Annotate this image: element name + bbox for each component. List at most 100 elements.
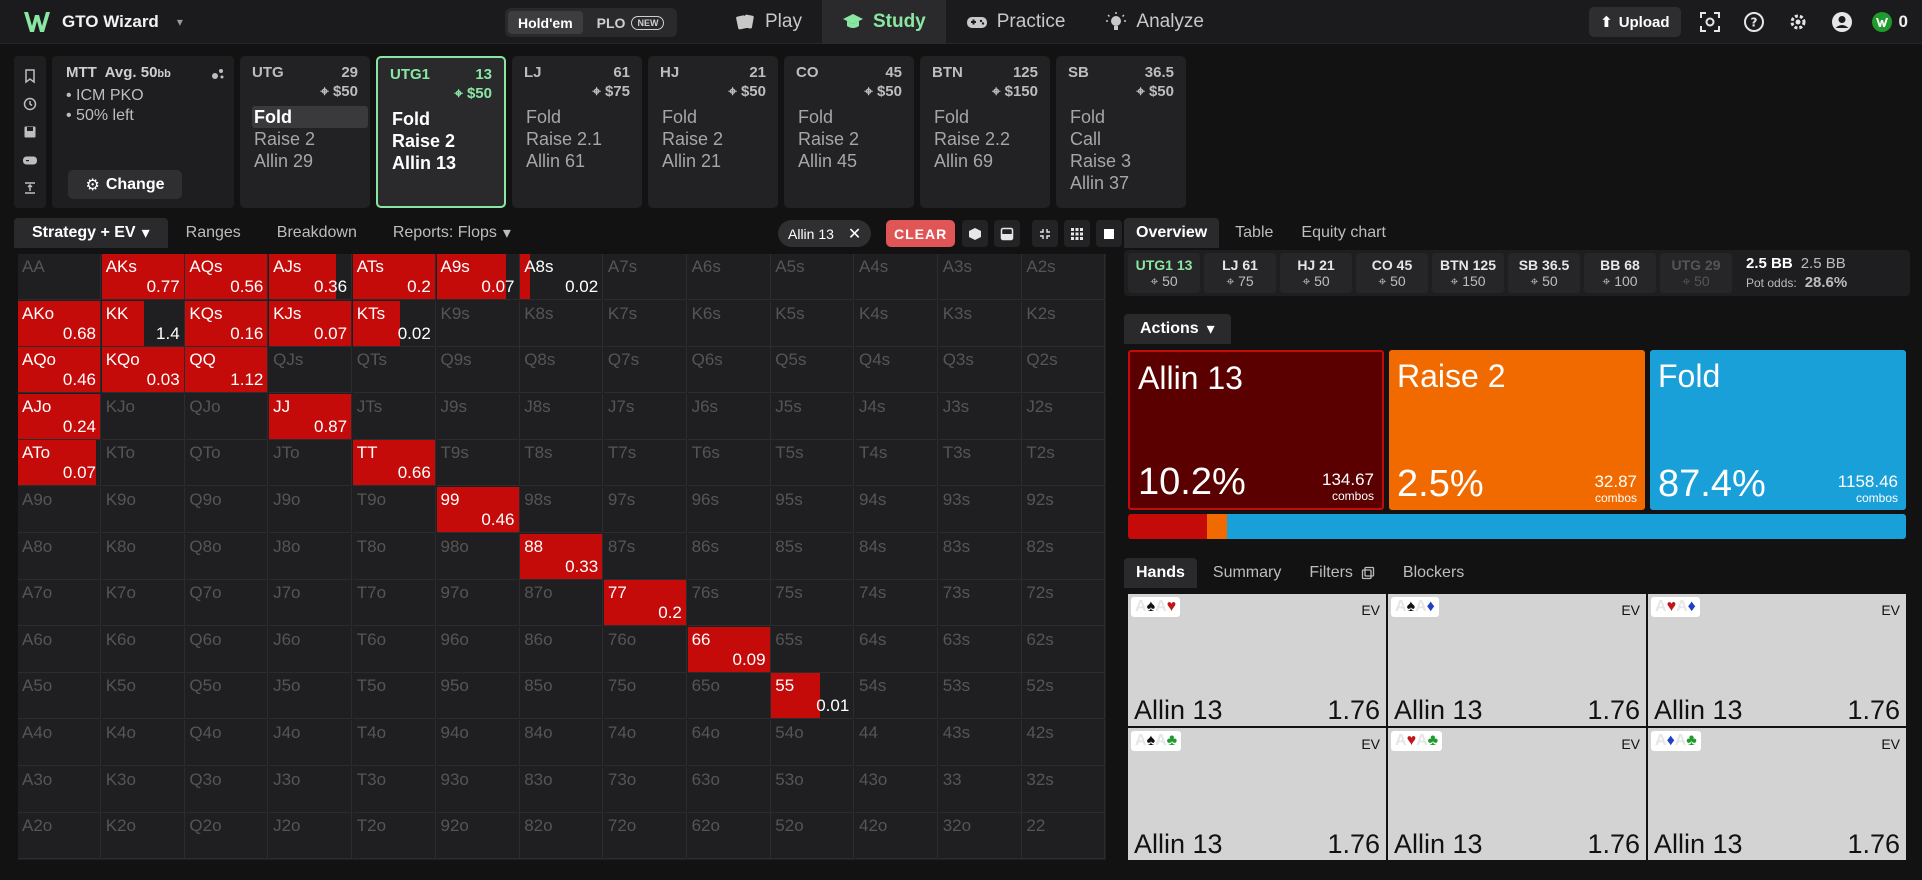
hand-cell[interactable]: A3s [938,254,1022,300]
hand-card[interactable]: A♥A♦ EV Allin 13 1.76 [1648,594,1906,726]
hand-cell[interactable]: 97o [436,580,520,627]
app-logo[interactable]: GTO Wizard ▾ [0,9,210,35]
hand-cell[interactable]: K7s [603,300,687,347]
tab-filters[interactable]: Filters [1297,558,1387,588]
hand-cell[interactable]: T8s [520,440,604,487]
strip-position[interactable]: UTG 29 ⌖ 50 [1660,253,1732,293]
hand-cell[interactable]: J7s [603,393,687,440]
hand-cell[interactable]: K2o [101,813,185,860]
hand-cell[interactable]: JJ 0.87 [269,393,353,440]
position-action[interactable]: Raise 2.2 [932,128,1038,150]
hand-cell[interactable]: KTo [101,440,185,487]
hand-cell[interactable]: K3o [101,766,185,813]
position-action[interactable]: Allin 37 [1068,172,1174,194]
hand-cell[interactable]: 43o [855,766,938,813]
hand-cell[interactable]: A9s 0.07 [436,254,520,300]
hand-cell[interactable]: 66 0.09 [687,626,771,673]
tab-equity-chart[interactable]: Equity chart [1289,218,1397,248]
history-icon[interactable] [22,96,38,112]
hand-cell[interactable]: 74s [855,580,938,627]
hand-cell[interactable]: QJs [269,347,353,394]
hand-cell[interactable]: Q6o [185,626,269,673]
upload-button[interactable]: ⬆ Upload [1589,7,1681,37]
view-circle-button[interactable] [962,220,988,247]
hand-cell[interactable]: J8s [520,393,604,440]
hand-cell[interactable]: 83o [520,766,604,813]
hand-cell[interactable]: K2s [1022,300,1106,347]
hand-cell[interactable]: A7o [18,580,101,627]
position-action[interactable]: Raise 3 [1068,150,1174,172]
position-action[interactable]: Allin 21 [660,150,766,172]
position-action[interactable]: Fold [252,106,368,128]
hand-cell[interactable]: K5o [101,673,185,720]
tab-hands[interactable]: Hands [1124,558,1197,588]
hand-cell[interactable]: K9s [436,300,520,347]
actions-dropdown[interactable]: Actions ▾ [1124,314,1231,344]
hand-cell[interactable]: 93s [938,487,1022,533]
hand-cell[interactable]: Q2o [185,813,269,860]
hand-cell[interactable]: A5s [771,254,855,300]
hand-cell[interactable]: 99 0.46 [436,487,520,533]
hand-cell[interactable]: 72s [1022,580,1106,627]
hand-cell[interactable]: KTs 0.02 [352,300,436,347]
hand-cell[interactable]: 32o [938,813,1022,860]
hand-cell[interactable]: T6s [687,440,771,487]
position-action[interactable]: Raise 2 [252,128,358,150]
hand-cell[interactable]: A3o [18,766,101,813]
hand-cell[interactable]: 97s [603,487,687,533]
position-card-utg[interactable]: UTG 29 ⌖ $50 Fold Raise 2 Allin 29 [240,56,370,208]
position-action[interactable]: Fold [660,106,766,128]
close-icon[interactable]: ✕ [848,224,861,244]
position-card-lj[interactable]: LJ 61 ⌖ $75 Fold Raise 2.1 Allin 61 [512,56,642,208]
position-action[interactable]: Fold [1068,106,1174,128]
hand-cell[interactable]: A8o [18,533,101,580]
account-button[interactable] [1827,7,1857,37]
hand-cell[interactable]: Q2s [1022,347,1106,394]
position-action[interactable]: Fold [390,108,492,130]
hand-cell[interactable]: J2o [269,813,353,860]
position-card-hj[interactable]: HJ 21 ⌖ $50 Fold Raise 2 Allin 21 [648,56,778,208]
hand-cell[interactable]: K5s [771,300,855,347]
action-box[interactable]: Fold 87.4% 1158.46 combos [1650,350,1906,510]
hand-cell[interactable]: 62s [1022,626,1106,673]
position-action[interactable]: Allin 29 [252,150,358,172]
hand-cell[interactable]: J3s [938,393,1022,440]
hand-cell[interactable]: 76s [687,580,771,627]
nav-analyze[interactable]: Analyze [1085,0,1224,44]
hand-cell[interactable]: AJs 0.36 [269,254,353,300]
hand-cell[interactable]: Q4s [855,347,938,394]
position-card-co[interactable]: CO 45 ⌖ $50 Fold Raise 2 Allin 45 [784,56,914,208]
hand-cell[interactable]: J6s [687,393,771,440]
hand-cell[interactable]: 98s [520,487,604,533]
hand-cell[interactable]: K6s [687,300,771,347]
hand-cell[interactable]: J9s [436,393,520,440]
hand-cell[interactable]: K3s [938,300,1022,347]
hand-cell[interactable]: 96o [436,626,520,673]
hand-card[interactable]: A♠A♣ EV Allin 13 1.76 [1128,728,1386,860]
hand-card[interactable]: A♠A♥ EV Allin 13 1.76 [1128,594,1386,726]
hand-cell[interactable]: 42s [1022,720,1106,766]
hand-cell[interactable]: 64s [855,626,938,673]
hand-cell[interactable]: Q3o [185,766,269,813]
view-compact-button[interactable] [1032,220,1058,247]
position-action[interactable]: Allin 13 [390,152,492,174]
hand-cell[interactable]: 92s [1022,487,1106,533]
hand-cell[interactable]: 83s [938,533,1022,580]
position-action[interactable]: Fold [524,106,630,128]
hand-cell[interactable]: Q3s [938,347,1022,394]
position-card-sb[interactable]: SB 36.5 ⌖ $50 Fold Call Raise 3 Allin 37 [1056,56,1186,208]
position-action[interactable]: Allin 69 [932,150,1038,172]
hand-cell[interactable]: J4s [855,393,938,440]
hand-cell[interactable]: A8s 0.02 [520,254,604,300]
hand-cell[interactable]: JTs [352,393,436,440]
hand-cell[interactable]: QTs [352,347,436,394]
collapse-icon[interactable] [22,180,38,196]
hand-cell[interactable]: AKo 0.68 [18,300,101,347]
tab-summary[interactable]: Summary [1201,558,1293,588]
hand-cell[interactable]: Q5s [771,347,855,394]
screenshot-button[interactable] [1695,7,1725,37]
hand-cell[interactable]: 53o [771,766,855,813]
hand-cell[interactable]: 88 0.33 [520,533,604,580]
hand-cell[interactable]: J5s [771,393,855,440]
hand-cell[interactable]: T3o [352,766,436,813]
